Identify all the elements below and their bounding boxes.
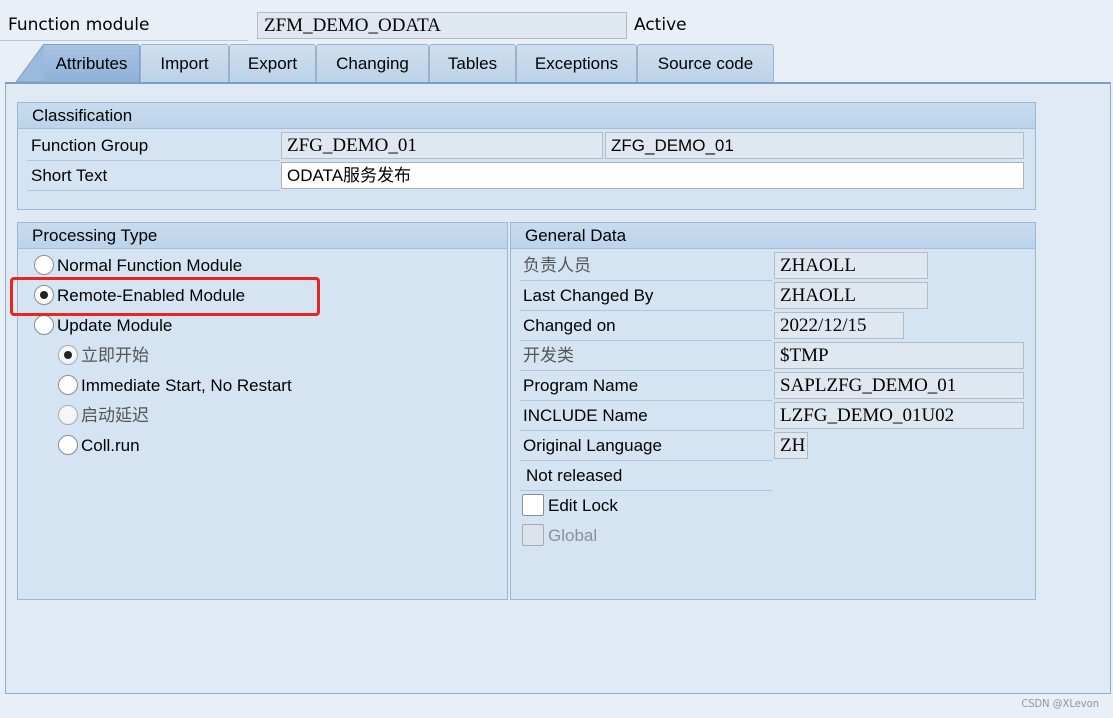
general-data-title: General Data — [511, 223, 1035, 249]
edit-lock-label: Edit Lock — [548, 496, 618, 515]
release-status-text: Not released — [520, 462, 772, 491]
tab-label: Changing — [336, 54, 409, 73]
changed-on-label: Changed on — [520, 312, 772, 341]
radio-label: Normal Function Module — [57, 256, 243, 275]
radio-button — [58, 344, 78, 365]
radio-label: Coll.run — [81, 436, 140, 455]
radio-immediate-start: 立即开始 — [58, 342, 149, 370]
radio-update-module[interactable]: Update Module — [34, 312, 172, 340]
last-changed-by-field: ZHAOLL — [774, 282, 928, 309]
radio-button[interactable] — [58, 434, 78, 455]
function-module-label: Function module — [8, 15, 150, 35]
watermark-text: CSDN @XLevon — [1021, 697, 1099, 710]
function-module-field[interactable]: ZFM_DEMO_ODATA — [257, 12, 627, 39]
responsible-person-field: ZHAOLL — [774, 252, 928, 279]
include-name-field: LZFG_DEMO_01U02 — [774, 402, 1024, 429]
radio-button[interactable] — [34, 314, 54, 335]
radio-label: 立即开始 — [81, 346, 149, 366]
original-language-field: ZH — [774, 432, 808, 459]
tab-label: Import — [160, 54, 209, 73]
header-divider — [0, 40, 248, 41]
tab-export[interactable]: Export — [229, 44, 316, 82]
tab-tables[interactable]: Tables — [429, 44, 516, 82]
function-group-label: Function Group — [27, 132, 280, 161]
radio-button[interactable] — [34, 254, 54, 275]
short-text-field[interactable]: ODATA服务发布 — [281, 162, 1024, 189]
include-name-label: INCLUDE Name — [520, 402, 772, 431]
global-checkbox-row: Global — [522, 522, 597, 550]
tab-source-code[interactable]: Source code — [637, 44, 774, 82]
tab-label: Exceptions — [534, 54, 619, 73]
radio-coll-run[interactable]: Coll.run — [58, 432, 140, 460]
tab-label: Attributes — [55, 54, 128, 73]
edit-lock-checkbox-row[interactable]: Edit Lock — [522, 492, 618, 520]
radio-immediate-start-no-restart[interactable]: Immediate Start, No Restart — [58, 372, 292, 400]
short-text-label: Short Text — [27, 162, 280, 191]
tab-exceptions[interactable]: Exceptions — [516, 44, 637, 82]
tab-import[interactable]: Import — [140, 44, 229, 82]
original-language-label: Original Language — [520, 432, 772, 461]
radio-label: Immediate Start, No Restart — [81, 376, 292, 395]
global-label: Global — [548, 526, 598, 545]
changed-on-field: 2022/12/15 — [774, 312, 904, 339]
radio-label: Update Module — [57, 316, 173, 335]
status-text: Active — [634, 15, 687, 35]
processing-type-title: Processing Type — [18, 223, 507, 249]
radio-button — [58, 404, 78, 425]
last-changed-by-label: Last Changed By — [520, 282, 772, 311]
function-group-description: ZFG_DEMO_01 — [605, 132, 1024, 159]
tab-attributes[interactable]: Attributes — [44, 44, 140, 82]
global-checkbox — [522, 523, 544, 546]
classification-title: Classification — [18, 103, 1035, 129]
program-name-label: Program Name — [520, 372, 772, 401]
radio-normal-function-module[interactable]: Normal Function Module — [34, 252, 242, 280]
edit-lock-checkbox[interactable] — [522, 493, 544, 516]
tab-label: Tables — [447, 54, 498, 73]
function-group-field[interactable]: ZFG_DEMO_01 — [281, 132, 603, 159]
tab-changing[interactable]: Changing — [316, 44, 429, 82]
package-label: 开发类 — [520, 342, 772, 371]
tab-label: Source code — [657, 54, 754, 73]
short-text-value: ODATA服务发布 — [287, 166, 412, 185]
annotation-highlight-box — [10, 277, 320, 316]
responsible-person-label: 负责人员 — [520, 252, 772, 281]
radio-delayed-start: 启动延迟 — [58, 402, 149, 430]
package-field: $TMP — [774, 342, 1024, 369]
radio-button[interactable] — [58, 374, 78, 395]
tab-slant-decoration — [16, 44, 46, 82]
radio-label: 启动延迟 — [81, 406, 149, 426]
tab-label: Export — [247, 54, 298, 73]
program-name-field: SAPLZFG_DEMO_01 — [774, 372, 1024, 399]
